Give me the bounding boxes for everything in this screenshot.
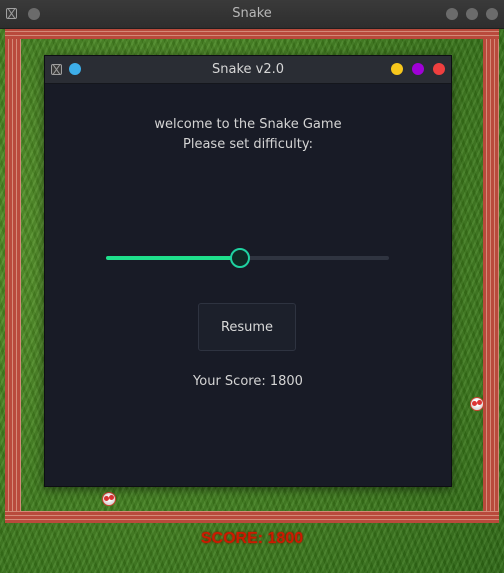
close-button[interactable] [433, 63, 445, 75]
food-mushroom-icon [102, 492, 116, 506]
minimize-button[interactable] [391, 63, 403, 75]
brick-wall-top [5, 29, 499, 39]
welcome-line: welcome to the Snake Game [154, 117, 342, 132]
resume-button[interactable]: Resume [198, 303, 296, 351]
slider-handle[interactable] [230, 248, 250, 268]
difficulty-prompt: Please set difficulty: [183, 137, 313, 152]
slider-fill [106, 256, 239, 260]
close-button[interactable] [486, 8, 498, 20]
minimize-button[interactable] [446, 8, 458, 20]
difficulty-slider[interactable] [106, 248, 389, 268]
difficulty-dialog: Snake v2.0 welcome to the Snake Game Ple… [44, 55, 452, 487]
score-text: Your Score: 1800 [193, 374, 303, 389]
outer-titlebar: Snake [0, 0, 504, 29]
brick-wall-left [5, 39, 21, 523]
food-mushroom-icon [470, 397, 484, 411]
dialog-titlebar: Snake v2.0 [45, 56, 451, 84]
maximize-button[interactable] [466, 8, 478, 20]
window-title: Snake [232, 6, 272, 21]
brick-wall-right [483, 39, 499, 523]
maximize-button[interactable] [412, 63, 424, 75]
brick-wall-bottom [5, 511, 499, 523]
game-score: SCORE: 1800 [200, 530, 304, 547]
welcome-text: welcome to the Snake Game Please set dif… [45, 115, 451, 155]
